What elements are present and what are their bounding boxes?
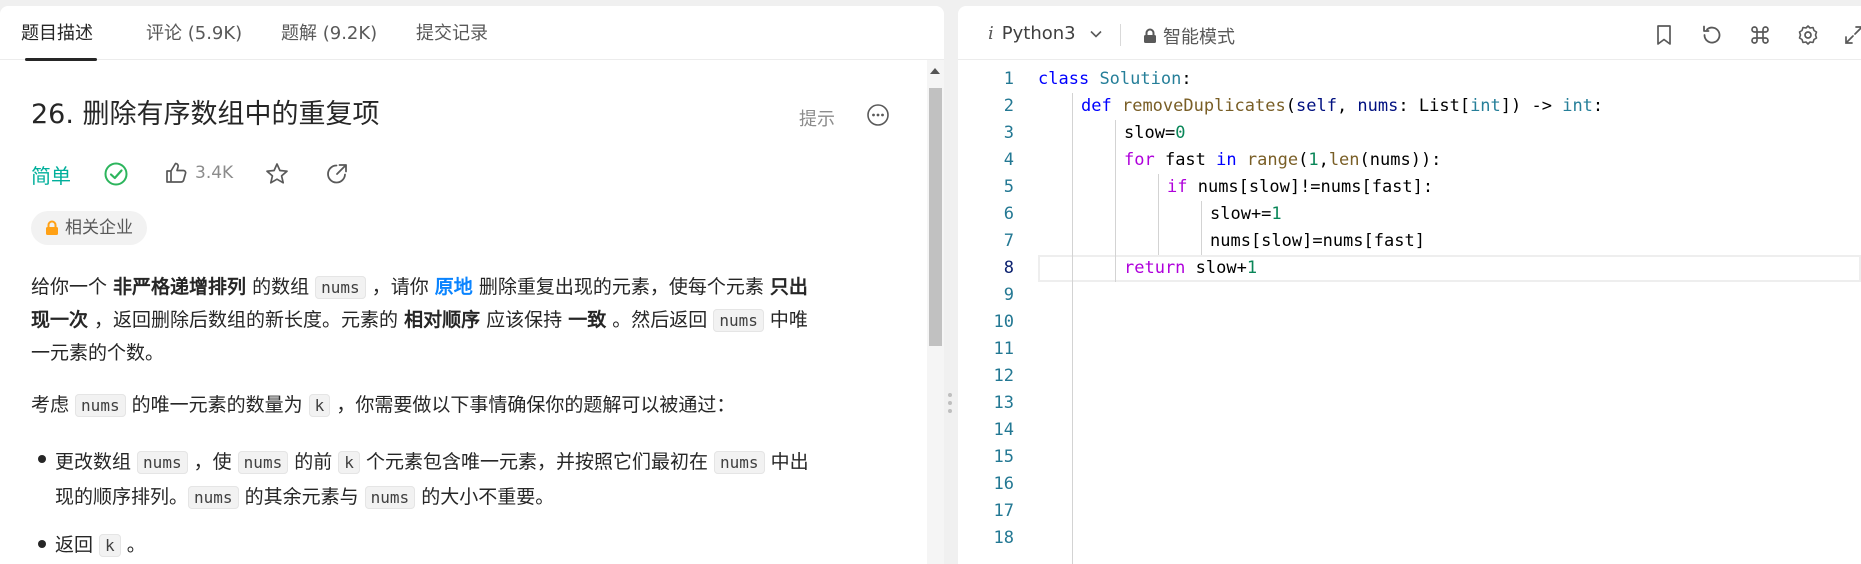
line-number: 17 [993, 501, 1014, 521]
related-companies-label: 相关企业 [65, 218, 133, 238]
line-number: 6 [1003, 204, 1014, 224]
grip-dot [948, 409, 952, 413]
language-select[interactable]: i Python3 [988, 23, 1103, 44]
toolbar-separator [1120, 24, 1121, 46]
more-options-icon[interactable] [866, 103, 890, 127]
code-editor[interactable]: class Solution: def removeDuplicates(sel… [1038, 60, 1861, 564]
line-number: 7 [1003, 231, 1014, 251]
command-icon[interactable] [1748, 23, 1772, 47]
tab-comments[interactable]: 评论 (5.9K) [146, 22, 242, 46]
code-line: slow+=1 [1210, 204, 1282, 224]
lock-icon [46, 220, 58, 235]
star-icon[interactable] [264, 161, 290, 187]
line-number: 15 [993, 447, 1014, 467]
code-line: for fast in range(1,len(nums)): [1124, 150, 1442, 170]
code-line: return slow+1 [1124, 258, 1258, 278]
scrollbar-thumb[interactable] [929, 88, 942, 346]
chevron-down-icon [1090, 30, 1102, 38]
share-icon[interactable] [324, 161, 350, 187]
line-number: 5 [1003, 177, 1014, 197]
line-number: 13 [993, 393, 1014, 413]
description-paragraph-2: 考虑 nums 的唯一元素的数量为 k ，你需要做以下事情确保你的题解可以被通过… [31, 394, 736, 417]
related-companies-tag[interactable]: 相关企业 [31, 211, 147, 245]
tab-solutions[interactable]: 题解 (9.2K) [281, 22, 377, 46]
expand-icon[interactable] [1842, 23, 1861, 47]
problem-panel: 题目描述 评论 (5.9K) 题解 (9.2K) 提交记录 26. 删除有序数组… [0, 6, 944, 564]
line-number: 2 [1003, 96, 1014, 116]
code-line: if nums[slow]!=nums[fast]: [1167, 177, 1434, 197]
grip-dot [948, 401, 952, 405]
indent-guide [1158, 174, 1159, 255]
line-number-gutter: 1 2 3 4 5 6 7 8 9 10 11 12 13 14 15 16 1… [958, 60, 1038, 564]
like-thumb-icon[interactable] [163, 160, 189, 186]
line-number: 14 [993, 420, 1014, 440]
code-line: nums[slow]=nums[fast] [1210, 231, 1425, 251]
code-line: def removeDuplicates(self, nums: List[in… [1081, 96, 1604, 116]
scroll-up-arrow-icon[interactable] [930, 68, 940, 74]
settings-gear-icon[interactable] [1796, 23, 1820, 47]
in-place-link[interactable]: 原地 [435, 276, 473, 298]
hint-button[interactable]: 提示 [799, 105, 835, 131]
lock-icon [1144, 28, 1156, 43]
indent-guide [1115, 120, 1116, 282]
grip-dot [948, 393, 952, 397]
line-number-current: 8 [1003, 258, 1014, 278]
list-item: 更改数组 nums ，使 nums 的前 k 个元素包含唯一元素，并按照它们最初… [55, 451, 809, 509]
line-number: 18 [993, 528, 1014, 548]
problem-title: 26. 删除有序数组中的重复项 [31, 99, 380, 130]
line-number: 16 [993, 474, 1014, 494]
reset-icon[interactable] [1700, 23, 1724, 47]
line-number: 11 [993, 339, 1014, 359]
problem-tabs: 题目描述 评论 (5.9K) 题解 (9.2K) 提交记录 [0, 6, 944, 61]
line-number: 4 [1003, 150, 1014, 170]
list-bullet [38, 540, 46, 548]
panel-resize-handle[interactable] [944, 0, 958, 564]
indent-guide [1201, 201, 1202, 255]
code-line: class Solution: [1038, 69, 1192, 89]
line-number: 12 [993, 366, 1014, 386]
editor-panel: i Python3 智能模式 1 2 3 4 5 6 7 8 9 10 11 1… [958, 6, 1861, 564]
solved-check-icon [104, 162, 128, 186]
line-number: 3 [1003, 123, 1014, 143]
line-number: 10 [993, 312, 1014, 332]
active-tab-indicator [25, 58, 97, 61]
tab-submissions[interactable]: 提交记录 [416, 22, 488, 46]
app-root: 题目描述 评论 (5.9K) 题解 (9.2K) 提交记录 26. 删除有序数组… [0, 0, 1861, 564]
smart-mode-toggle[interactable]: 智能模式 [1143, 23, 1235, 49]
tab-description[interactable]: 题目描述 [21, 22, 93, 46]
difficulty-badge: 简单 [31, 164, 71, 188]
editor-toolbar: i Python3 智能模式 [958, 6, 1861, 60]
like-count: 3.4K [195, 163, 234, 183]
list-item: 返回 k 。 [55, 534, 146, 557]
bookmark-icon[interactable] [1652, 23, 1676, 47]
line-number: 1 [1003, 69, 1014, 89]
info-icon: i [988, 23, 994, 44]
line-number: 9 [1003, 285, 1014, 305]
description-paragraph-1: 给你一个 非严格递增排列 的数组 nums ，请你 原地 删除重复出现的元素，使… [31, 276, 808, 364]
list-bullet [38, 455, 46, 463]
code-line: slow=0 [1124, 123, 1186, 143]
indent-guide [1072, 93, 1073, 564]
